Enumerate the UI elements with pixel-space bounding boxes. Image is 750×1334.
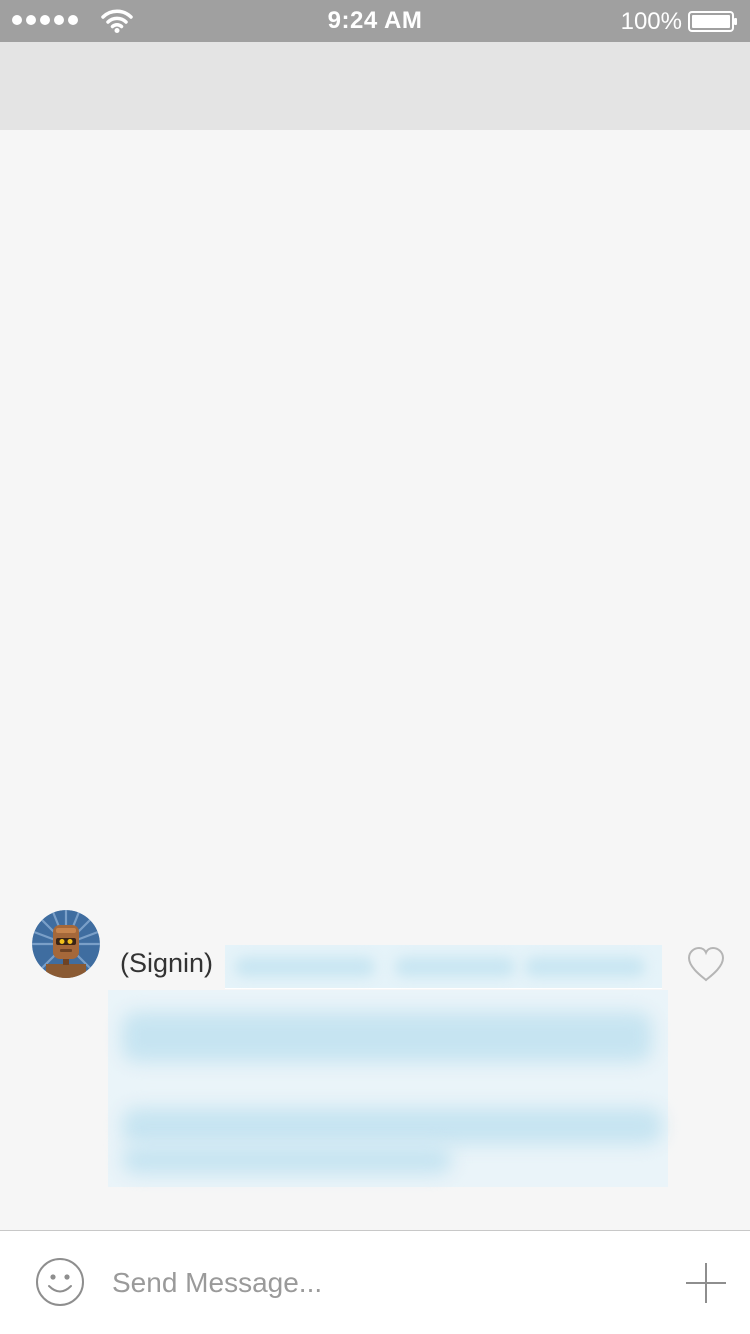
robot-avatar-icon [32,910,100,978]
sender-avatar[interactable] [32,910,100,978]
redacted-text [225,945,662,989]
heart-outline-icon[interactable] [686,945,726,985]
status-bar: 9:24 AM 100% [0,0,750,42]
smiley-icon[interactable] [35,1257,85,1307]
sender-name: (Signin) [120,948,214,978]
message-bubble[interactable] [108,990,668,1187]
battery-percent: 100% [620,8,682,35]
plus-icon[interactable] [684,1261,728,1305]
navigation-bar [0,42,750,130]
message-composer [0,1230,750,1334]
message-input[interactable] [112,1261,652,1305]
battery-full-icon [688,11,737,32]
